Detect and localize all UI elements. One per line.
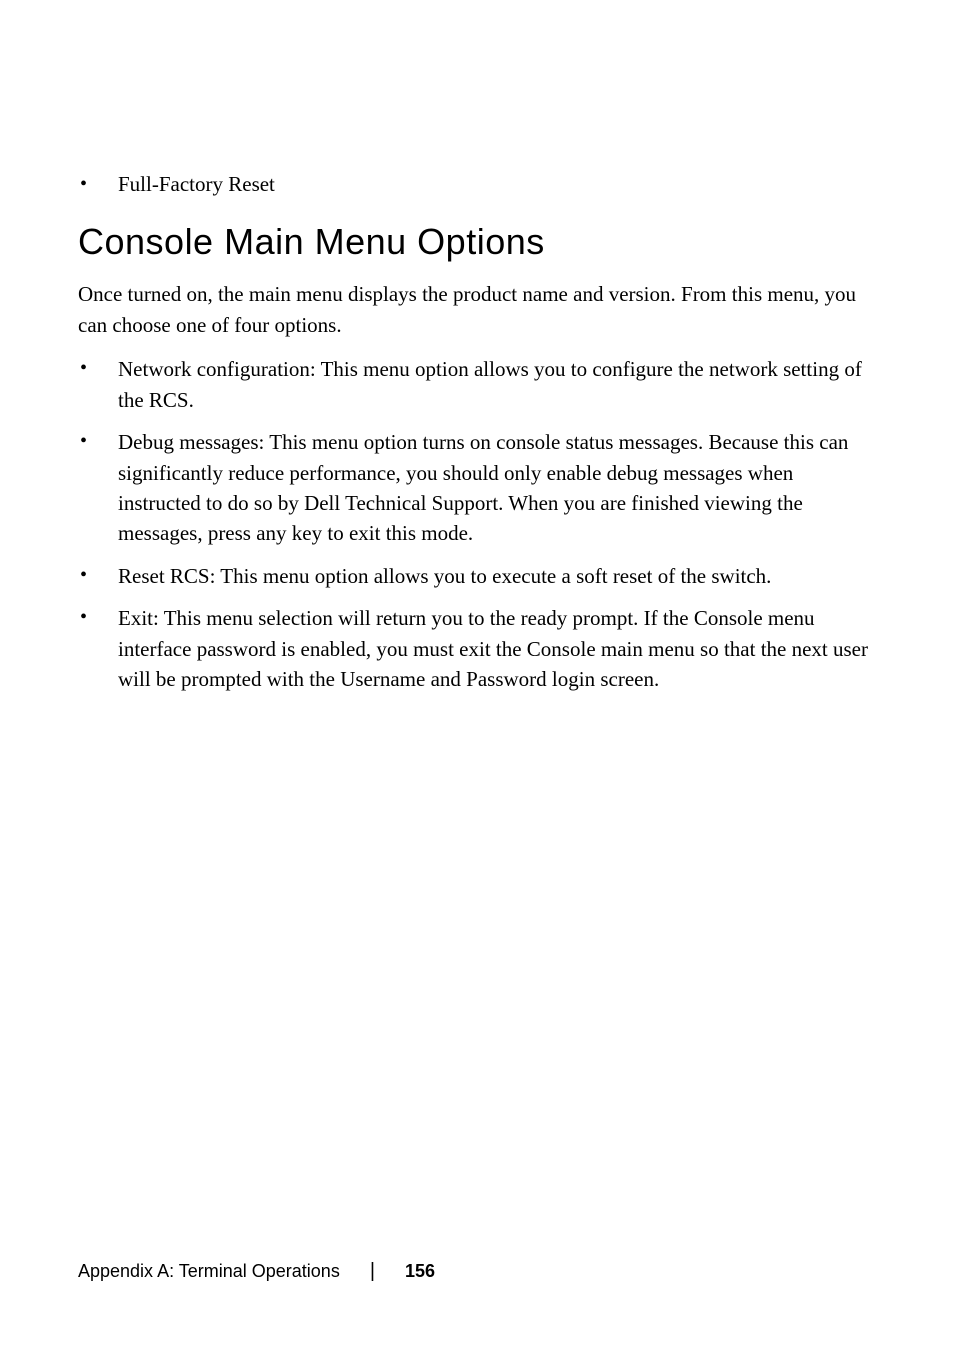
- section-heading: Console Main Menu Options: [78, 221, 876, 263]
- footer-separator-icon: |: [370, 1260, 375, 1283]
- footer-section-label: Appendix A: Terminal Operations: [78, 1261, 340, 1282]
- list-item: • Exit: This menu selection will return …: [78, 603, 876, 694]
- options-list: • Network configuration: This menu optio…: [78, 354, 876, 694]
- bullet-dot-icon: •: [78, 170, 118, 199]
- top-bullet-item: • Full-Factory Reset: [78, 170, 876, 199]
- bullet-dot-icon: •: [78, 354, 118, 415]
- list-item: • Reset RCS: This menu option allows you…: [78, 561, 876, 591]
- intro-paragraph: Once turned on, the main menu displays t…: [78, 279, 876, 340]
- bullet-dot-icon: •: [78, 603, 118, 694]
- bullet-dot-icon: •: [78, 561, 118, 591]
- list-item-text: Network configuration: This menu option …: [118, 354, 876, 415]
- bullet-dot-icon: •: [78, 427, 118, 549]
- list-item: • Network configuration: This menu optio…: [78, 354, 876, 415]
- top-bullet-text: Full-Factory Reset: [118, 170, 876, 199]
- page-footer: Appendix A: Terminal Operations | 156: [78, 1260, 435, 1283]
- list-item-text: Reset RCS: This menu option allows you t…: [118, 561, 876, 591]
- page-number: 156: [405, 1261, 435, 1282]
- list-item-text: Debug messages: This menu option turns o…: [118, 427, 876, 549]
- list-item: • Debug messages: This menu option turns…: [78, 427, 876, 549]
- list-item-text: Exit: This menu selection will return yo…: [118, 603, 876, 694]
